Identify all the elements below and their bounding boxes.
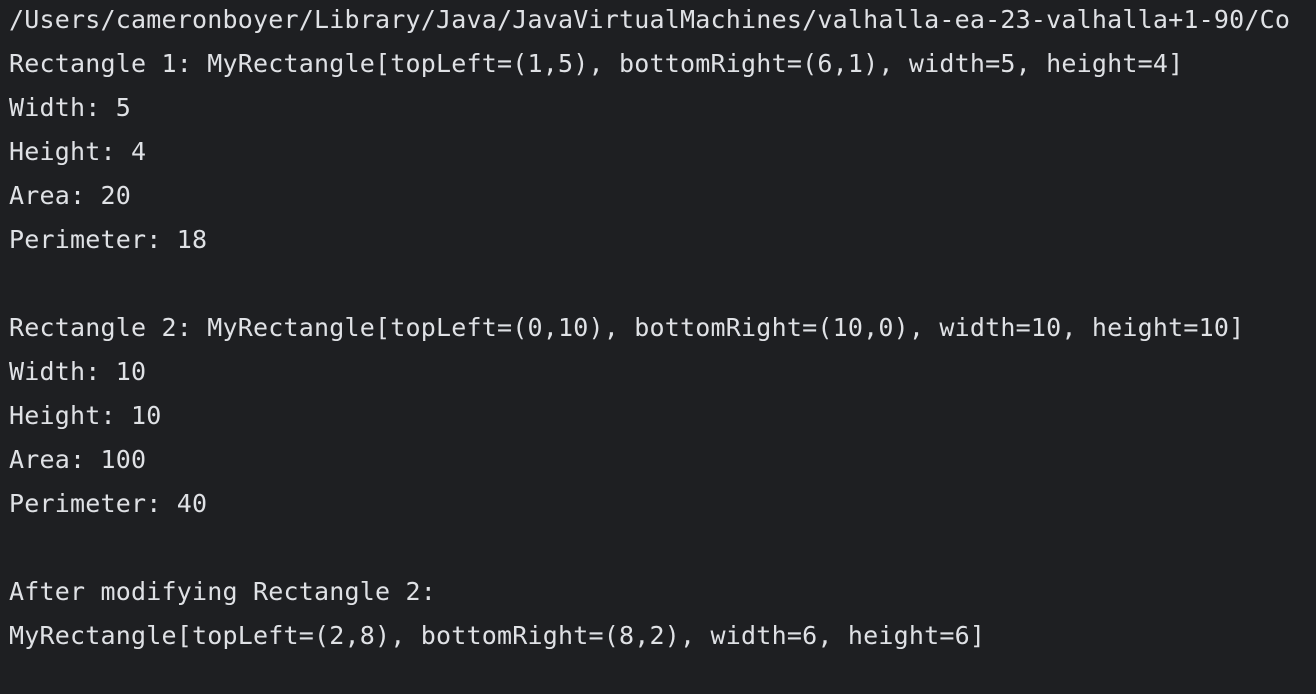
rectangle-2-summary-line: Rectangle 2: MyRectangle[topLeft=(0,10),…	[9, 313, 1245, 342]
rectangle-2-width-line: Width: 10	[9, 357, 147, 386]
rectangle-2-perimeter-line: Perimeter: 40	[9, 489, 208, 518]
modification-heading-line: After modifying Rectangle 2:	[9, 577, 437, 606]
rectangle-2-modified-summary-line: MyRectangle[topLeft=(2,8), bottomRight=(…	[9, 621, 986, 650]
rectangle-1-height-line: Height: 4	[9, 137, 147, 166]
console-output[interactable]: /Users/cameronboyer/Library/Java/JavaVir…	[0, 0, 1316, 694]
rectangle-1-perimeter-line: Perimeter: 18	[9, 225, 208, 254]
rectangle-2-area-line: Area: 100	[9, 445, 147, 474]
command-path-line: /Users/cameronboyer/Library/Java/JavaVir…	[9, 5, 1291, 34]
rectangle-1-summary-line: Rectangle 1: MyRectangle[topLeft=(1,5), …	[9, 49, 1184, 78]
rectangle-1-area-line: Area: 20	[9, 181, 132, 210]
rectangle-2-height-line: Height: 10	[9, 401, 162, 430]
rectangle-1-width-line: Width: 5	[9, 93, 132, 122]
